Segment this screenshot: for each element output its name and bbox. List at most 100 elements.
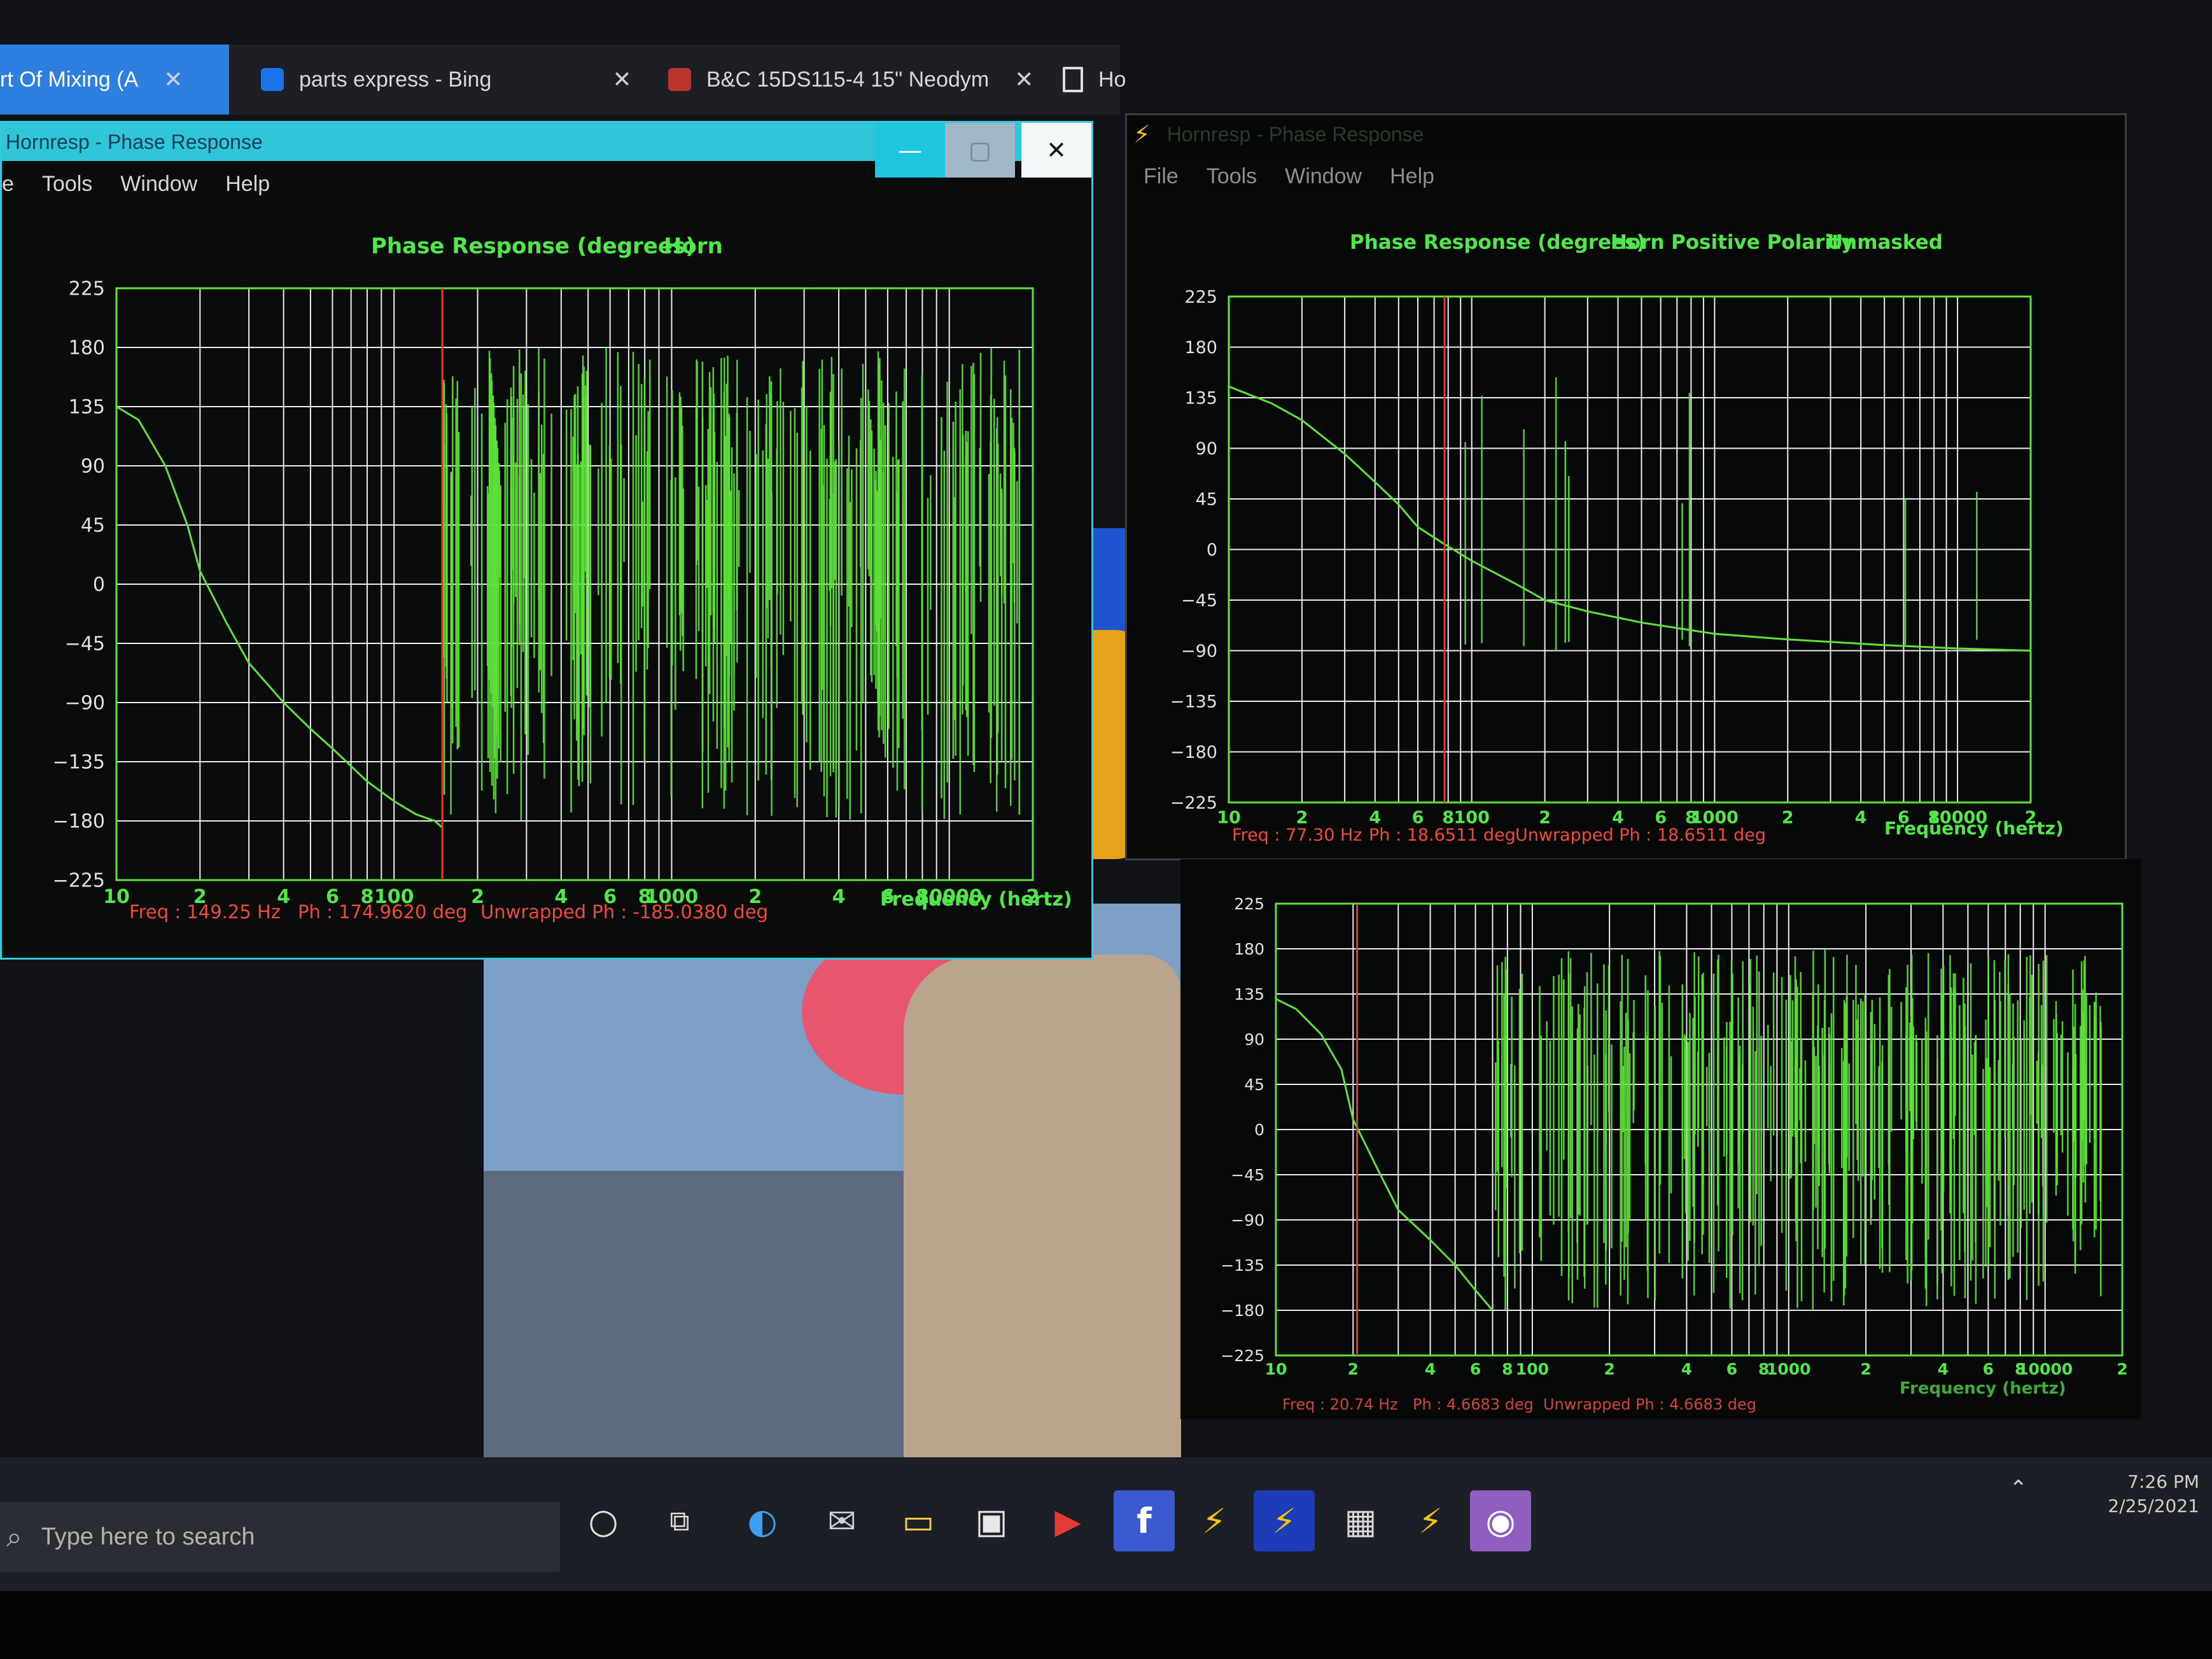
y-tick-label: −180 [53, 811, 105, 833]
x-tick-label: 100 [1516, 1360, 1549, 1378]
window-title: Hornresp - Phase Response [1166, 122, 1424, 146]
x-tick-label: 6 [1726, 1360, 1737, 1378]
x-tick-label: 2 [748, 886, 762, 908]
y-tick-label: 225 [1234, 895, 1264, 913]
x-tick-label: 1000 [1691, 808, 1739, 827]
browser-tab-partial[interactable]: Ho [1050, 45, 1139, 115]
x-tick-label: 6 [326, 886, 339, 908]
y-tick-label: −90 [65, 692, 105, 715]
mail-icon[interactable]: ✉ [811, 1490, 872, 1551]
x-tick-label: 8 [1502, 1360, 1513, 1378]
chart-tag: Horn [1611, 231, 1665, 254]
x-tick-label: 4 [1681, 1360, 1692, 1378]
y-tick-label: −45 [1181, 591, 1217, 610]
phase-chart-bottom[interactable]: Frequency (hertz) Freq : 20.74 Hz Ph : 4… [1180, 859, 2141, 1419]
file-explorer-icon[interactable]: ▭ [888, 1490, 949, 1551]
chart-title: Phase Response (degrees) [371, 234, 696, 259]
menu-window[interactable]: Window [120, 172, 197, 197]
readout-phase: Ph : 18.6511 deg [1369, 825, 1516, 845]
menu-file[interactable]: e [2, 172, 14, 197]
monitor-bezel [0, 1591, 2212, 1659]
x-tick-label: 100 [374, 886, 414, 908]
x-tick-label: 6 [1655, 808, 1667, 827]
window-titlebar[interactable]: ⚡ Hornresp - Phase Response [1127, 115, 2125, 153]
store-icon[interactable]: ▣ [961, 1490, 1022, 1551]
system-tray[interactable]: ⌃ 7:26 PM 2/25/2021 [2010, 1470, 2200, 1518]
task-view-icon[interactable]: ⧉ [649, 1490, 710, 1551]
taskbar-search-box[interactable]: ⌕ Type here to search [0, 1502, 560, 1572]
close-icon[interactable]: ✕ [612, 66, 631, 93]
x-tick-label: 2 [1604, 1360, 1614, 1378]
menu-tools[interactable]: Tools [1207, 164, 1257, 189]
y-tick-label: −45 [1231, 1166, 1264, 1184]
page-icon [1063, 67, 1083, 92]
x-tick-label: 6 [1983, 1360, 1994, 1378]
x-tick-label: 4 [1369, 808, 1381, 827]
x-tick-label: 10 [103, 886, 130, 908]
readout-unwrapped: Unwrapped Ph : 4.6683 deg [1543, 1396, 1756, 1413]
hornresp-icon[interactable]: ⚡ [1184, 1490, 1245, 1551]
y-tick-label: 135 [69, 396, 105, 419]
readout-phase: Ph : 4.6683 deg [1413, 1396, 1534, 1413]
menu-window[interactable]: Window [1285, 164, 1362, 189]
x-tick-label: 4 [1855, 808, 1867, 827]
x-tick-label: 4 [1425, 1360, 1436, 1378]
readout-unwrapped: Unwrapped Ph : 18.6511 deg [1515, 825, 1766, 845]
menu-file[interactable]: File [1144, 164, 1179, 189]
window-titlebar[interactable]: Hornresp - Phase Response — ▢ ✕ [2, 123, 1091, 178]
hornresp-active-icon[interactable]: ⚡ [1254, 1490, 1315, 1551]
x-tick-label: 4 [554, 886, 568, 908]
readout-unwrapped: Unwrapped Ph : -185.0380 deg [480, 901, 768, 923]
y-tick-label: 0 [1254, 1121, 1264, 1139]
browser-tab-bing[interactable]: parts express - Bing ✕ [235, 45, 655, 115]
x-tick-label: 2 [2025, 808, 2037, 827]
readout-freq: Freq : 77.30 Hz [1232, 825, 1362, 845]
youtube-icon[interactable]: ▶ [1037, 1490, 1098, 1551]
x-tick-label: 4 [277, 886, 290, 908]
phase-response-window-bottom[interactable]: Frequency (hertz) Freq : 20.74 Hz Ph : 4… [1180, 859, 2141, 1419]
x-tick-label: 100 [1454, 808, 1490, 827]
y-tick-label: 180 [69, 337, 105, 360]
search-app-icon[interactable]: ◉ [1470, 1490, 1531, 1551]
x-tick-label: 2 [1782, 808, 1794, 827]
x-tick-label: 2 [1348, 1360, 1359, 1378]
x-tick-label: 10000 [2017, 1360, 2073, 1378]
menu-help[interactable]: Help [1390, 164, 1434, 189]
edge-icon[interactable]: ◐ [732, 1490, 793, 1551]
x-tick-label: 2 [1296, 808, 1308, 827]
browser-tab-mixing[interactable]: rt Of Mixing (A ✕ [0, 45, 229, 115]
x-tick-label: 1000 [1767, 1360, 1811, 1378]
phase-trace [116, 405, 443, 829]
x-tick-label: 4 [1612, 808, 1624, 827]
mask-label: Unmasked [1827, 231, 1943, 254]
phase-chart-left[interactable]: Phase Response (degrees) Horn Frequency … [2, 206, 1088, 950]
browser-tab-bc-speaker[interactable]: B&C 15DS115-4 15" Neodym ✕ [643, 45, 1056, 115]
phase-chart-right[interactable]: Phase Response (degrees) Horn Positive P… [1127, 198, 2121, 853]
facebook-icon[interactable]: f [1114, 1490, 1175, 1551]
video-player[interactable] [484, 904, 1181, 1489]
y-tick-label: −225 [1221, 1347, 1264, 1365]
menu-help[interactable]: Help [225, 172, 270, 197]
y-tick-label: 180 [1234, 940, 1264, 958]
cortana-circle-icon[interactable]: ○ [573, 1490, 634, 1551]
close-icon[interactable]: ✕ [164, 66, 183, 93]
monitor-screen: rt Of Mixing (A ✕ parts express - Bing ✕… [0, 0, 2212, 1659]
chevron-up-icon[interactable]: ⌃ [2010, 1476, 2028, 1501]
y-tick-label: −135 [1221, 1256, 1264, 1275]
close-icon[interactable]: ✕ [1014, 66, 1033, 93]
y-tick-label: 0 [1207, 540, 1217, 560]
x-tick-label: 2 [471, 886, 484, 908]
hornresp-alt-icon[interactable]: ⚡ [1400, 1490, 1461, 1551]
phase-response-window-right[interactable]: ⚡ Hornresp - Phase Response File Tools W… [1125, 113, 2127, 860]
y-tick-label: 0 [93, 574, 105, 596]
tab-label: B&C 15DS115-4 15" Neodym [706, 67, 990, 92]
y-tick-label: −180 [1170, 743, 1217, 762]
browser-tab-strip: rt Of Mixing (A ✕ parts express - Bing ✕… [0, 45, 1126, 115]
calculator-icon[interactable]: ▦ [1330, 1490, 1391, 1551]
menu-bar: e Tools Window Help [2, 165, 1091, 203]
phase-response-window-left[interactable]: Hornresp - Phase Response — ▢ ✕ e Tools … [0, 121, 1093, 960]
x-tick-label: 6 [881, 886, 894, 908]
y-tick-label: −225 [53, 870, 105, 892]
menu-tools[interactable]: Tools [42, 172, 92, 197]
x-tick-label: 6 [1412, 808, 1424, 827]
